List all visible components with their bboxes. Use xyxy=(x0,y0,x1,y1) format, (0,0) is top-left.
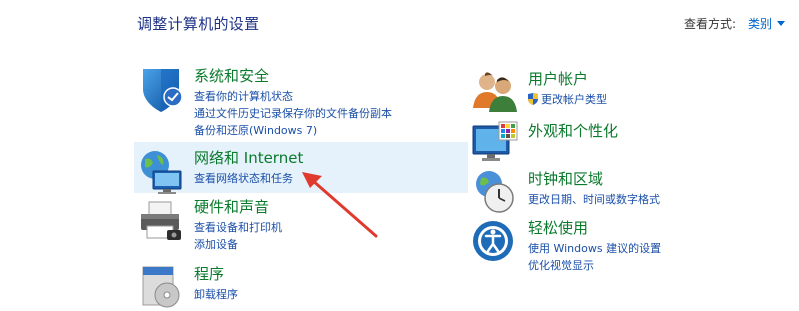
category-links: 查看你的计算机状态 通过文件历史记录保存你的文件备份副本 备份和还原(Windo… xyxy=(194,88,392,139)
page-title: 调整计算机的设置 xyxy=(137,15,260,33)
link-backup-restore[interactable]: 备份和还原(Windows 7) xyxy=(194,122,392,139)
link-file-history[interactable]: 通过文件历史记录保存你的文件备份副本 xyxy=(194,105,392,122)
network-globe-icon xyxy=(141,151,182,194)
category-links: 使用 Windows 建议的设置 优化视觉显示 xyxy=(528,240,661,274)
link-change-account-type-label: 更改帐户类型 xyxy=(541,93,607,106)
link-add-device[interactable]: 添加设备 xyxy=(194,236,282,253)
link-uninstall-program[interactable]: 卸载程序 xyxy=(194,286,238,303)
category-title[interactable]: 系统和安全 xyxy=(194,65,269,86)
category-links: 卸载程序 xyxy=(194,286,238,303)
category-clock-region[interactable]: 时钟和区域 更改日期、时间或数字格式 xyxy=(471,168,791,213)
category-title[interactable]: 用户帐户 xyxy=(528,68,588,89)
link-view-network-status[interactable]: 查看网络状态和任务 xyxy=(194,170,293,187)
category-appearance[interactable]: 外观和个性化 xyxy=(471,120,791,165)
category-links: 查看网络状态和任务 xyxy=(194,170,293,187)
view-by-control: 查看方式: 类别 xyxy=(684,15,785,32)
shield-icon xyxy=(143,69,183,112)
link-change-account-type[interactable]: 更改帐户类型 xyxy=(528,91,607,108)
category-programs[interactable]: 程序 卸载程序 xyxy=(137,263,457,308)
category-links: 更改帐户类型 xyxy=(528,91,607,108)
link-change-date-time-format[interactable]: 更改日期、时间或数字格式 xyxy=(528,191,660,208)
category-ease-of-access[interactable]: 轻松使用 使用 Windows 建议的设置 优化视觉显示 xyxy=(471,217,791,272)
ease-of-access-icon xyxy=(473,221,513,261)
red-arrow-annotation xyxy=(302,172,378,238)
category-hardware-sound[interactable]: 硬件和声音 查看设备和打印机 添加设备 xyxy=(137,196,457,251)
printer-icon xyxy=(141,201,181,240)
category-title[interactable]: 硬件和声音 xyxy=(194,196,269,217)
view-by-label: 查看方式: xyxy=(683,17,736,31)
category-title[interactable]: 时钟和区域 xyxy=(528,168,603,189)
category-title[interactable]: 程序 xyxy=(194,263,224,284)
view-by-dropdown[interactable]: 类别 xyxy=(748,15,772,32)
category-network-internet[interactable]: 网络和 Internet 查看网络状态和任务 xyxy=(137,147,457,194)
link-optimize-visual-display[interactable]: 优化视觉显示 xyxy=(528,257,661,274)
category-links: 更改日期、时间或数字格式 xyxy=(528,191,660,208)
clock-globe-icon xyxy=(476,171,514,213)
category-title[interactable]: 外观和个性化 xyxy=(528,120,618,141)
category-links: 查看设备和打印机 添加设备 xyxy=(194,219,282,253)
category-user-accounts[interactable]: 用户帐户 更改帐户类型 xyxy=(471,68,791,113)
programs-disc-icon xyxy=(142,266,180,308)
uac-shield-icon xyxy=(528,93,538,105)
category-title[interactable]: 网络和 Internet xyxy=(194,147,303,168)
users-icon xyxy=(473,72,517,112)
category-title[interactable]: 轻松使用 xyxy=(528,217,588,238)
category-system-security[interactable]: 系统和安全 查看你的计算机状态 通过文件历史记录保存你的文件备份副本 备份和还原… xyxy=(137,65,457,137)
monitor-palette-icon xyxy=(472,121,518,161)
link-windows-recommended-settings[interactable]: 使用 Windows 建议的设置 xyxy=(528,240,661,257)
link-view-computer-status[interactable]: 查看你的计算机状态 xyxy=(194,88,392,105)
chevron-down-icon[interactable] xyxy=(777,21,785,26)
link-devices-printers[interactable]: 查看设备和打印机 xyxy=(194,219,282,236)
